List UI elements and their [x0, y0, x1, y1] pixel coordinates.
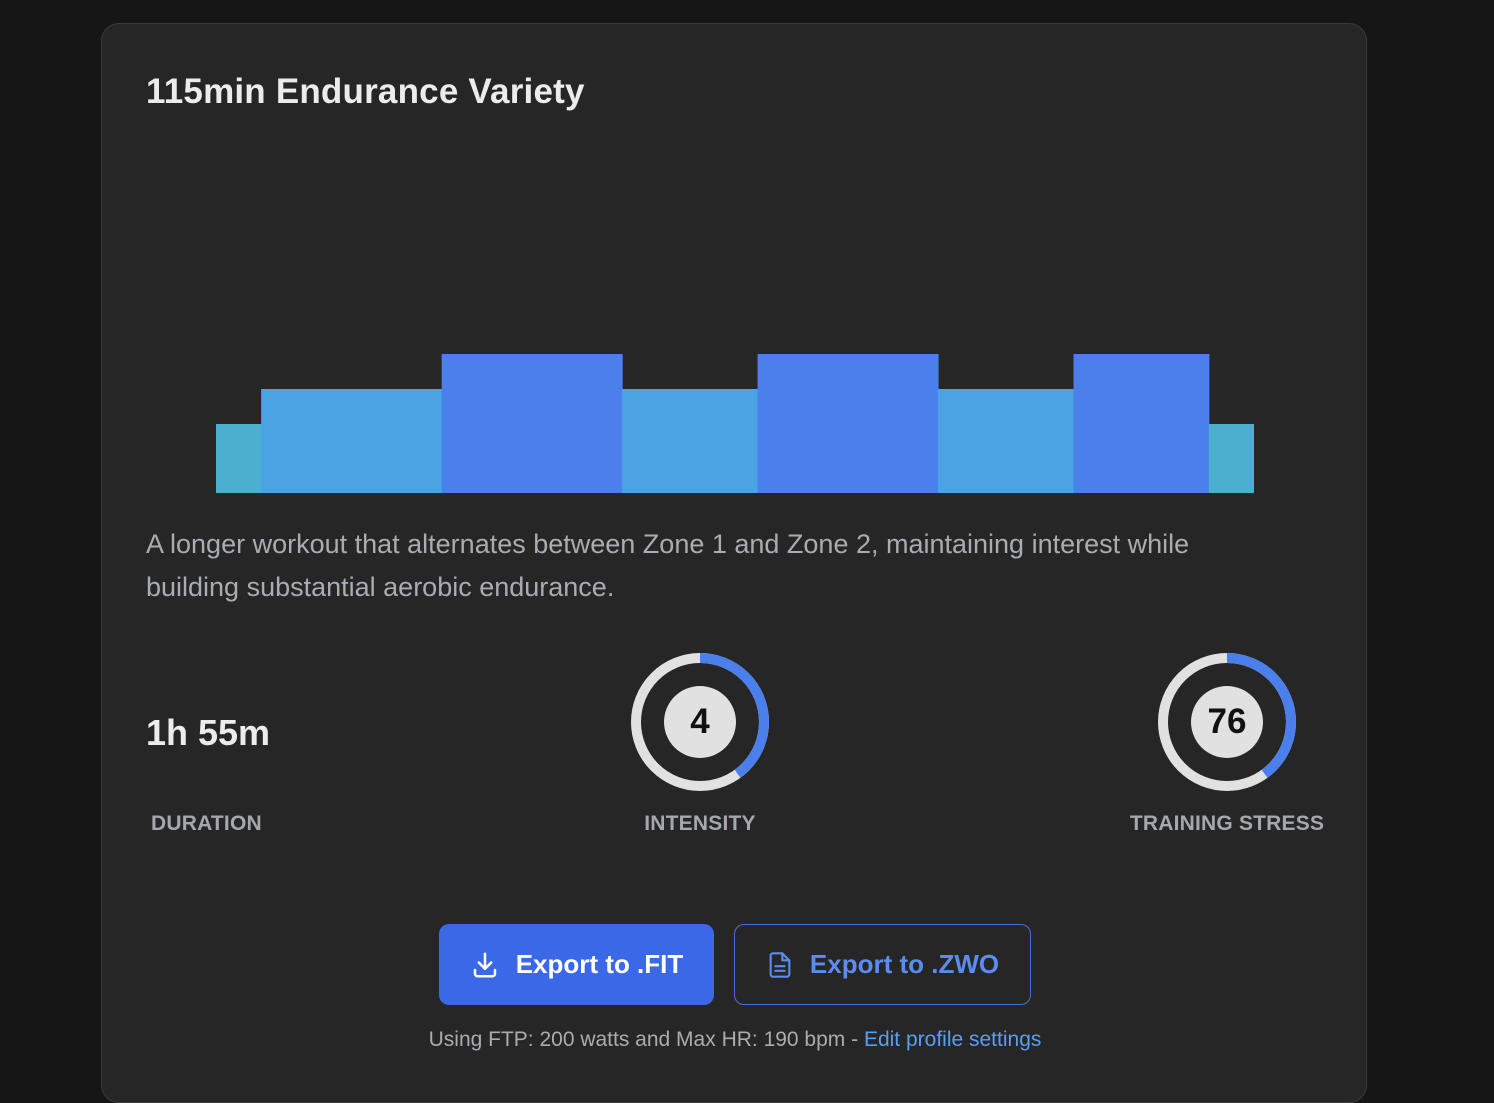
workout-profile-chart	[216, 351, 1254, 493]
export-fit-label: Export to .FIT	[515, 949, 684, 979]
interval-bar-8	[1208, 424, 1254, 493]
interval-bar-2	[261, 389, 443, 493]
workout-card: 115min Endurance Variety A longer workou…	[101, 23, 1367, 1103]
interval-bar-1	[216, 424, 262, 493]
intensity-label: INTENSITY	[644, 812, 756, 835]
training-stress-label: TRAINING STRESS	[1129, 812, 1325, 835]
edit-profile-link[interactable]: Edit profile settings	[864, 1028, 1041, 1051]
download-icon	[470, 950, 500, 980]
export-fit-button[interactable]: Export to .FIT	[439, 924, 714, 1005]
workout-title: 115min Endurance Variety	[146, 72, 585, 111]
workout-description: A longer workout that alternates between…	[146, 529, 1190, 602]
training-stress-gauge: 76	[1154, 649, 1300, 795]
interval-bar-4	[622, 389, 759, 493]
training-stress-value: 76	[1191, 686, 1263, 758]
duration-value: 1h 55m	[146, 712, 271, 753]
interval-bar-5	[757, 354, 939, 493]
profile-note-text: Using FTP: 200 watts and Max HR: 190 bpm…	[428, 1028, 864, 1051]
export-zwo-button[interactable]: Export to .ZWO	[734, 924, 1031, 1005]
interval-bar-3	[441, 354, 623, 493]
interval-bar-7	[1073, 354, 1210, 493]
intensity-gauge: 4	[627, 649, 773, 795]
export-zwo-label: Export to .ZWO	[809, 949, 1000, 979]
workout-profile-svg	[216, 354, 1254, 493]
duration-label: DURATION	[151, 812, 262, 835]
file-icon	[766, 950, 794, 980]
interval-bar-6	[938, 389, 1074, 493]
profile-note: Using FTP: 200 watts and Max HR: 190 bpm…	[102, 1028, 1368, 1052]
intensity-value: 4	[664, 686, 736, 758]
